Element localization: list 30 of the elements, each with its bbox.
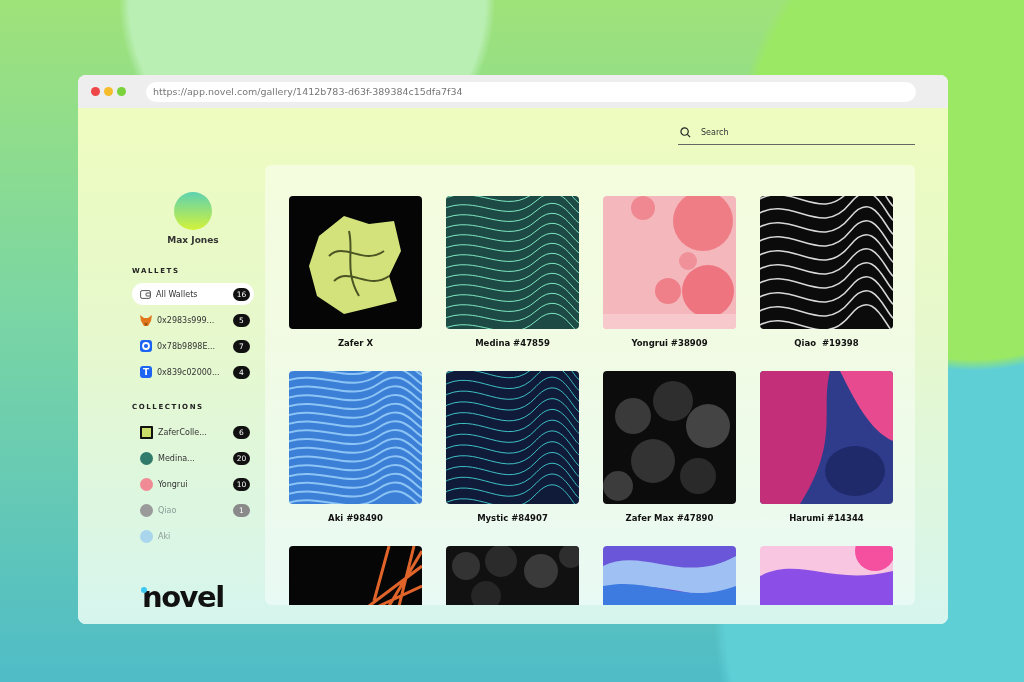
logo: novel [140,583,225,612]
minimize-icon[interactable] [104,87,113,96]
artwork-title: Harumi #14344 [789,513,864,523]
collection-name: Yongrui [158,479,189,489]
search-field[interactable]: Search [699,126,883,138]
wallet-name: All Wallets [156,289,199,299]
wallet-name: 0x2983s999... [157,315,216,325]
wallet-icon [140,289,151,299]
search-icon [680,126,691,138]
collection-name: Qiao [158,505,178,515]
artwork-title: Aki #98490 [328,513,383,523]
maximize-icon[interactable] [117,87,126,96]
artwork-title: Yongrui #38909 [631,338,708,348]
artwork-title: Medina #47859 [475,338,550,348]
collection-name: Medina... [158,453,196,463]
collection-name: Aki [158,531,172,541]
artwork-title: Mystic #84907 [477,513,548,523]
close-icon[interactable] [91,87,100,96]
profile-name: Max Jones [167,235,219,245]
ring-icon [140,340,152,352]
fox-icon [140,314,152,326]
collection-name: ZaferColle... [158,427,208,437]
wallet-name: 0x839c02000... [157,367,221,377]
letter-icon: T [140,366,152,378]
artwork-title: Zafer X [337,338,374,348]
wallet-name: 0x78b9898E... [157,341,217,351]
artwork-title: Zafer Max #47890 [625,513,714,523]
artwork-title: Qiao #19398 [794,338,859,348]
address-field[interactable]: https://app.novel.com/gallery/1412b783-d63f-389384c15dfa7f34 [146,81,916,102]
avatar [174,192,212,230]
